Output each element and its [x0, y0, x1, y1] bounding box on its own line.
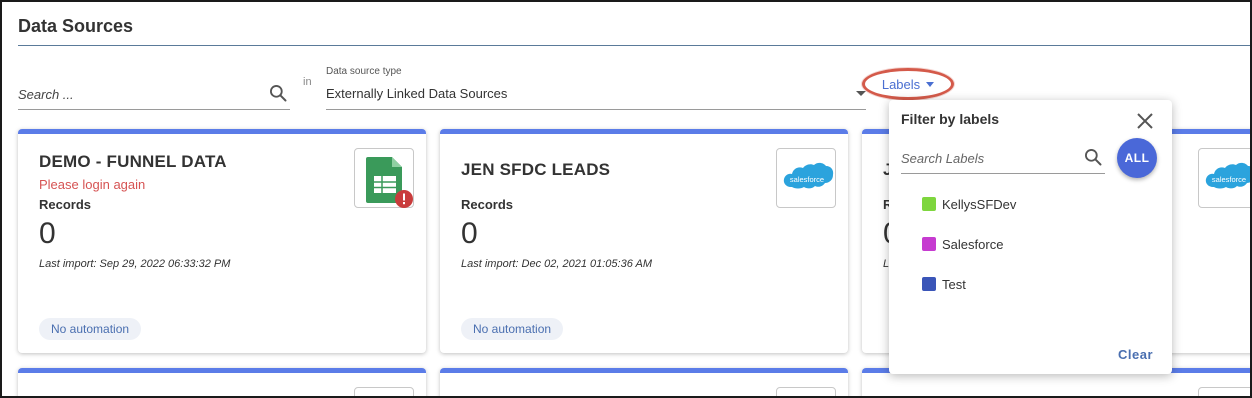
search-field[interactable] — [18, 80, 290, 110]
error-badge-icon — [395, 190, 413, 208]
label-color-swatch — [922, 277, 936, 291]
card-accent-bar — [440, 129, 848, 134]
filter-labels-popup: Filter by labels ALL KellysSFDev Salesfo… — [889, 100, 1172, 374]
data-source-type-value: Externally Linked Data Sources — [326, 86, 508, 101]
card-title: DEMO - FUNNEL DATA — [39, 152, 227, 171]
close-icon[interactable] — [1135, 111, 1155, 131]
label-name: KellysSFDev — [942, 196, 1017, 212]
caret-down-icon — [926, 81, 935, 87]
data-source-card[interactable] — [440, 368, 848, 396]
card-accent-bar — [18, 368, 426, 373]
label-name: Salesforce — [942, 236, 1004, 252]
data-source-type-label: Data source type — [326, 66, 402, 77]
label-search-input[interactable] — [901, 147, 1076, 169]
card-accent-bar — [440, 368, 848, 373]
records-count: 0 — [39, 217, 56, 250]
labels-button-label: Labels — [881, 76, 921, 92]
last-import: Last import: Dec 02, 2021 01:05:36 AM — [461, 258, 652, 270]
data-source-card[interactable]: JEN SFDC LEADS Records 0 Last import: De… — [440, 129, 848, 353]
title-divider — [18, 45, 1250, 46]
automation-chip[interactable]: No automation — [461, 318, 564, 340]
salesforce-icon: salesforce — [1205, 162, 1250, 189]
search-icon[interactable] — [1083, 147, 1103, 167]
all-labels-button[interactable]: ALL — [1117, 138, 1157, 178]
automation-chip[interactable]: No automation — [39, 318, 142, 340]
popup-title: Filter by labels — [901, 111, 1000, 127]
data-source-card[interactable] — [18, 368, 426, 396]
search-input[interactable] — [18, 82, 258, 106]
source-icon-box — [776, 387, 836, 396]
label-item-salesforce[interactable]: Salesforce — [922, 234, 1003, 254]
clear-button[interactable]: Clear — [1118, 347, 1153, 362]
label-name: Test — [942, 276, 966, 292]
salesforce-icon: salesforce — [783, 162, 834, 189]
svg-text:salesforce: salesforce — [1212, 175, 1246, 184]
source-icon-box — [1198, 387, 1250, 396]
search-icon[interactable] — [268, 83, 288, 103]
source-icon-box: salesforce — [776, 148, 836, 208]
records-label: Records — [39, 197, 92, 212]
label-search-field[interactable] — [901, 144, 1105, 174]
card-title: JEN SFDC LEADS — [461, 160, 611, 179]
data-source-type-select[interactable]: Externally Linked Data Sources — [326, 82, 866, 110]
data-source-card[interactable]: DEMO - FUNNEL DATA Please login again Re… — [18, 129, 426, 353]
source-icon-box: salesforce — [1198, 148, 1250, 208]
last-import: Last import: Sep 29, 2022 06:33:32 PM — [39, 258, 231, 270]
label-item-kellyssfdev[interactable]: KellysSFDev — [922, 194, 1016, 214]
records-count: 0 — [461, 217, 478, 250]
card-warning: Please login again — [39, 177, 146, 192]
label-color-swatch — [922, 237, 936, 251]
records-label: Records — [461, 197, 514, 212]
source-icon-box — [354, 148, 414, 208]
labels-filter-button[interactable]: Labels — [862, 68, 954, 100]
in-label: in — [303, 76, 312, 88]
chevron-down-icon — [856, 91, 866, 96]
svg-text:salesforce: salesforce — [790, 175, 824, 184]
card-accent-bar — [18, 129, 426, 134]
label-color-swatch — [922, 197, 936, 211]
app-frame: Data Sources in Data source type Externa… — [0, 0, 1252, 398]
page-title: Data Sources — [18, 16, 134, 36]
label-item-test[interactable]: Test — [922, 274, 966, 294]
source-icon-box — [354, 387, 414, 396]
